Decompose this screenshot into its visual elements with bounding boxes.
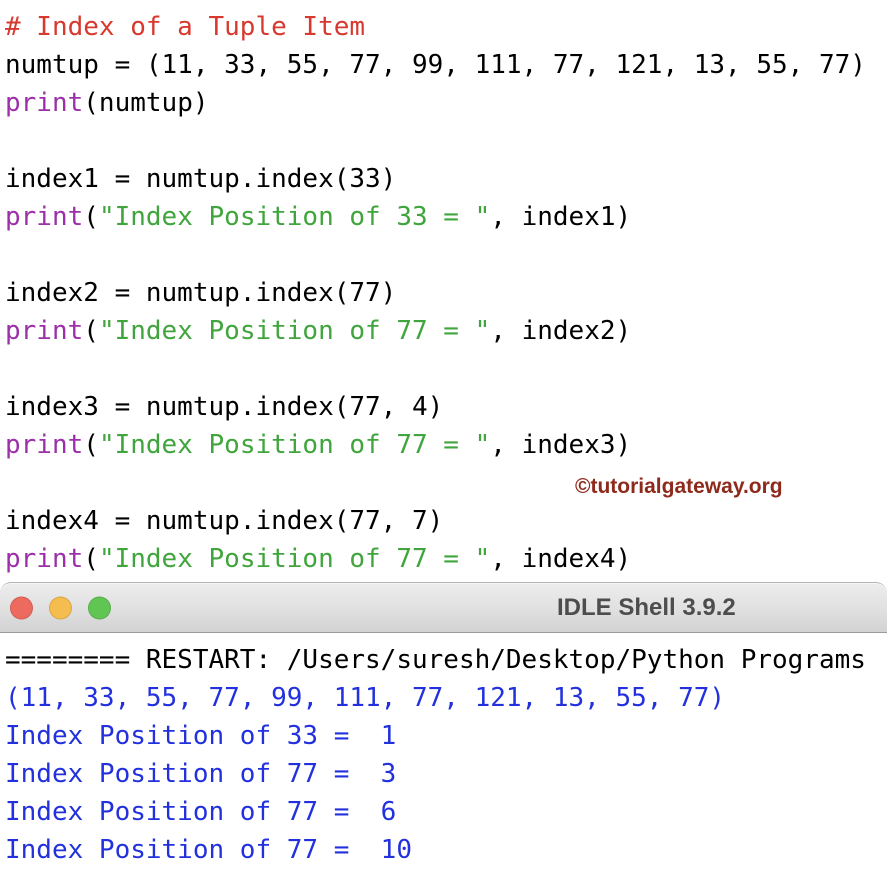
code-token-builtin: print — [5, 544, 83, 574]
code-token-stdout: (11, 33, 55, 77, 99, 111, 77, 121, 13, 5… — [5, 683, 725, 713]
code-line — [5, 236, 887, 274]
code-line: print("Index Position of 77 = ", index3) — [5, 426, 887, 464]
code-token-plain: ( — [83, 316, 99, 346]
window-title: IDLE Shell 3.9.2 — [557, 594, 736, 622]
code-token-plain: index1 = numtup.index(33) — [5, 164, 396, 194]
code-line — [5, 350, 887, 388]
code-line: Index Position of 77 = 6 — [5, 793, 887, 831]
code-line: ======== RESTART: /Users/suresh/Desktop/… — [5, 641, 887, 679]
code-token-plain: ( — [83, 202, 99, 232]
code-token-builtin: print — [5, 430, 83, 460]
code-token-plain: , index3) — [490, 430, 631, 460]
code-token-string: "Index Position of 33 = " — [99, 202, 490, 232]
code-line: print("Index Position of 33 = ", index1) — [5, 198, 887, 236]
code-token-plain: index3 = numtup.index(77, 4) — [5, 392, 443, 422]
code-line: index1 = numtup.index(33) — [5, 160, 887, 198]
code-token-plain: ( — [83, 430, 99, 460]
code-token-comment: # Index of a Tuple Item — [5, 12, 365, 42]
shell-output[interactable]: ======== RESTART: /Users/suresh/Desktop/… — [0, 634, 887, 870]
code-token-plain: , index1) — [490, 202, 631, 232]
code-token-plain: index4 = numtup.index(77, 7) — [5, 506, 443, 536]
code-line: Index Position of 77 = 3 — [5, 755, 887, 793]
code-token-builtin: print — [5, 88, 83, 118]
code-line: print("Index Position of 77 = ", index2) — [5, 312, 887, 350]
code-token-builtin: print — [5, 316, 83, 346]
minimize-button[interactable] — [49, 596, 72, 619]
code-token-plain: (numtup) — [83, 88, 208, 118]
code-line: # Index of a Tuple Item — [5, 8, 887, 46]
code-token-string: "Index Position of 77 = " — [99, 316, 490, 346]
code-token-builtin: print — [5, 202, 83, 232]
code-line — [5, 122, 887, 160]
code-token-stdout: Index Position of 77 = 6 — [5, 797, 396, 827]
code-line: print(numtup) — [5, 84, 887, 122]
code-token-plain: index2 = numtup.index(77) — [5, 278, 396, 308]
code-token-stdout: Index Position of 33 = 1 — [5, 721, 396, 751]
code-line: print("Index Position of 77 = ", index4) — [5, 540, 887, 578]
code-token-string: "Index Position of 77 = " — [99, 544, 490, 574]
code-line: index4 = numtup.index(77, 7) — [5, 502, 887, 540]
code-line: index3 = numtup.index(77, 4) — [5, 388, 887, 426]
code-line: Index Position of 33 = 1 — [5, 717, 887, 755]
code-line: index2 = numtup.index(77) — [5, 274, 887, 312]
shell-titlebar: IDLE Shell 3.9.2 — [0, 582, 887, 633]
zoom-button[interactable] — [88, 596, 111, 619]
code-token-console: ======== RESTART: /Users/suresh/Desktop/… — [5, 645, 866, 675]
code-token-plain: , index2) — [490, 316, 631, 346]
code-token-string: "Index Position of 77 = " — [99, 430, 490, 460]
code-line: numtup = (11, 33, 55, 77, 99, 111, 77, 1… — [5, 46, 887, 84]
code-token-plain: numtup = (11, 33, 55, 77, 99, 111, 77, 1… — [5, 50, 866, 80]
watermark-text: ©tutorialgateway.org — [575, 475, 783, 499]
code-token-stdout: Index Position of 77 = 10 — [5, 835, 412, 865]
code-line: Index Position of 77 = 10 — [5, 831, 887, 869]
code-token-stdout: Index Position of 77 = 3 — [5, 759, 396, 789]
code-line: (11, 33, 55, 77, 99, 111, 77, 121, 13, 5… — [5, 679, 887, 717]
code-token-plain: ( — [83, 544, 99, 574]
close-button[interactable] — [10, 596, 33, 619]
code-token-plain: , index4) — [490, 544, 631, 574]
